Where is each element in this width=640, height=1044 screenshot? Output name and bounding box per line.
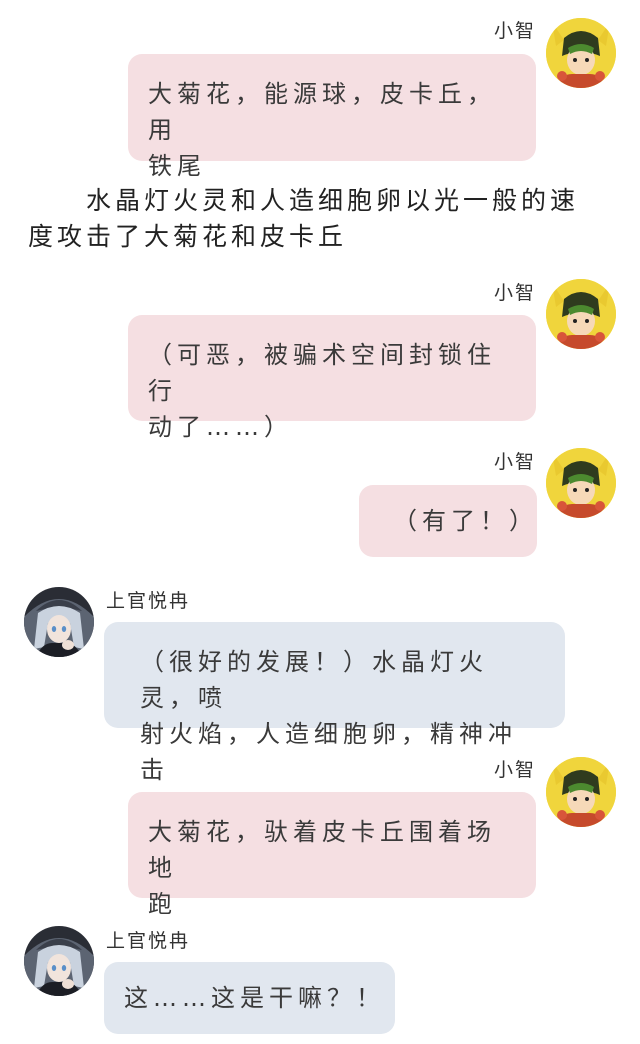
pikachu-hood-avatar-icon[interactable]	[546, 757, 616, 827]
message-bubble-xiaozhi: （有了！）	[359, 485, 537, 557]
narration-text: 水晶灯火灵和人造细胞卵以光一般的速 度攻击了大菊花和皮卡丘	[28, 186, 580, 251]
message-bubble-xiaozhi: 大菊花，驮着皮卡丘围着场地 跑	[128, 792, 536, 918]
silver-hair-girl-avatar-icon[interactable]	[24, 587, 94, 657]
pikachu-hood-avatar-icon[interactable]	[546, 279, 616, 349]
message-bubble-shangguan: （很好的发展！）水晶灯火灵，喷 射火焰，人造细胞卵，精神冲击	[104, 622, 565, 784]
sender-name-shangguan: 上官悦冉	[106, 930, 191, 952]
silver-hair-girl-avatar-icon[interactable]	[24, 926, 94, 996]
message-bubble-xiaozhi: （可恶，被骗术空间封锁住行 动了……）	[128, 315, 536, 441]
sender-name-xiaozhi: 小智	[493, 759, 536, 781]
sender-name-xiaozhi: 小智	[493, 451, 536, 473]
sender-name-xiaozhi: 小智	[493, 282, 536, 304]
pikachu-hood-avatar-icon[interactable]	[546, 18, 616, 88]
sender-name-shangguan: 上官悦冉	[106, 590, 191, 612]
sender-name-xiaozhi: 小智	[493, 20, 536, 42]
message-bubble-xiaozhi: 大菊花，能源球，皮卡丘，用 铁尾	[128, 54, 536, 180]
message-bubble-shangguan: 这……这是干嘛？！	[104, 962, 395, 1034]
pikachu-hood-avatar-icon[interactable]	[546, 448, 616, 518]
